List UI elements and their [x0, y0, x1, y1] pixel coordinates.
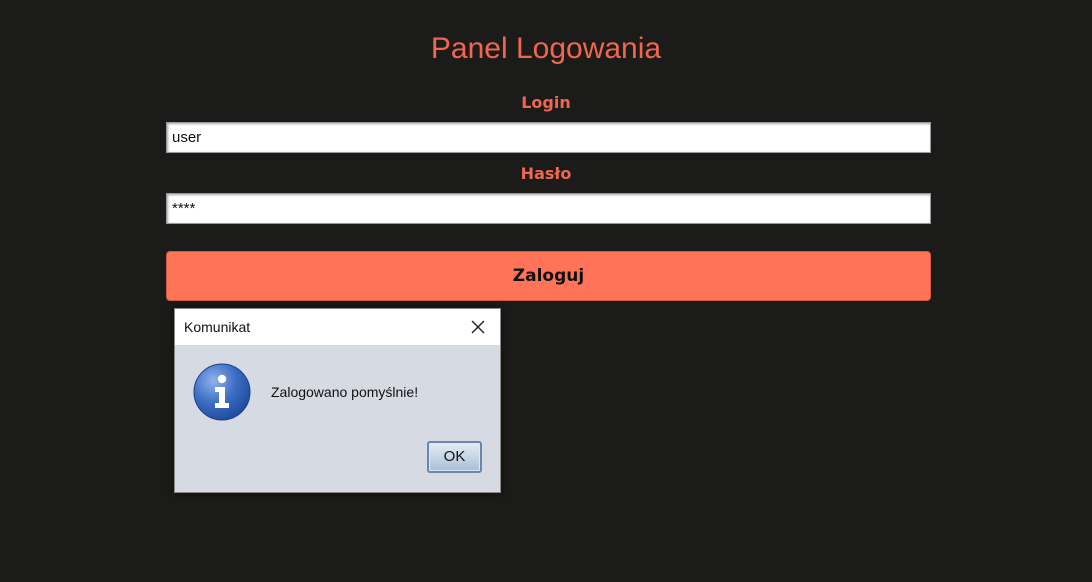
login-button[interactable]: Zaloguj: [166, 251, 931, 301]
login-label: Login: [521, 93, 571, 112]
message-dialog: Komunikat Zalogowano pomyślnie! OK: [174, 308, 501, 493]
close-icon[interactable]: [464, 313, 492, 341]
info-icon: [193, 363, 251, 421]
page-title: Panel Logowania: [430, 32, 662, 65]
dialog-title: Komunikat: [184, 319, 251, 335]
ok-button[interactable]: OK: [427, 441, 482, 473]
password-input[interactable]: ****: [166, 193, 931, 224]
password-label: Hasło: [520, 164, 572, 183]
login-window: Panel Logowania Login user Hasło **** Za…: [0, 0, 1092, 582]
dialog-titlebar[interactable]: Komunikat: [175, 309, 500, 345]
login-input[interactable]: user: [166, 122, 931, 153]
dialog-message: Zalogowano pomyślnie!: [271, 384, 419, 400]
